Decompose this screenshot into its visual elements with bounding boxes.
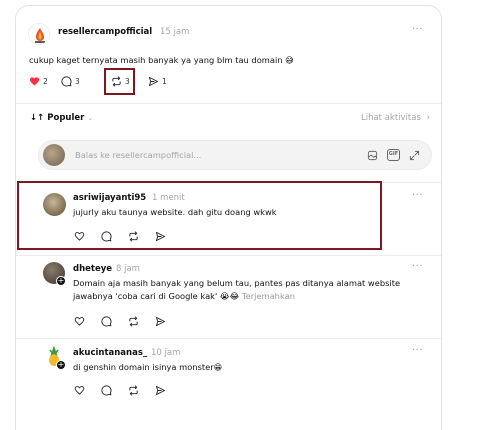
comment-icon — [61, 76, 72, 87]
comment-button[interactable] — [101, 316, 112, 327]
comment-button[interactable] — [101, 231, 112, 242]
reply-placeholder: Balas ke resellercampofficial... — [75, 150, 202, 160]
gif-icon[interactable]: GIF — [387, 149, 400, 161]
repost-icon — [129, 231, 138, 242]
send-icon — [155, 231, 166, 242]
share-button[interactable] — [155, 316, 166, 327]
reply-username[interactable]: dheteye — [73, 264, 112, 274]
sort-icon: ↓↑ — [30, 113, 45, 123]
send-icon — [155, 385, 166, 396]
reply-more-icon[interactable]: ··· — [412, 261, 423, 272]
translate-link[interactable]: Terjemahkan — [242, 291, 295, 301]
divider — [16, 255, 441, 256]
view-activity-label: Lihat aktivitas — [360, 113, 421, 123]
like-button[interactable]: 2 — [29, 76, 48, 86]
repost-icon — [129, 316, 138, 327]
send-icon — [155, 316, 166, 327]
reply-text: jujurly aku taunya website. dah gitu doa… — [73, 207, 277, 217]
repost-button[interactable] — [128, 231, 139, 242]
sort-dropdown[interactable]: ↓↑ Populer ⌄ — [30, 113, 93, 123]
comment-button[interactable]: 3 — [61, 76, 80, 87]
divider — [16, 103, 441, 104]
send-icon — [148, 76, 159, 87]
post-time: 15 jam — [160, 27, 190, 37]
like-count: 2 — [43, 76, 48, 86]
like-button[interactable] — [74, 385, 85, 395]
comment-icon — [101, 385, 112, 396]
comment-icon — [101, 316, 112, 327]
comment-count: 3 — [75, 77, 80, 86]
reply-text: di genshin domain isinya monster😁 — [73, 362, 223, 372]
divider — [16, 338, 441, 339]
reply-more-icon[interactable]: ··· — [412, 345, 423, 356]
repost-icon — [129, 385, 138, 396]
current-user-avatar — [43, 144, 65, 166]
post-more-icon[interactable]: ··· — [412, 24, 423, 35]
like-button[interactable] — [74, 231, 85, 241]
expand-icon[interactable] — [409, 150, 420, 161]
chevron-down-icon: ⌄ — [87, 114, 94, 122]
reply-more-icon[interactable]: ··· — [412, 190, 423, 201]
chevron-right-icon: › — [426, 113, 430, 123]
reply-avatar[interactable] — [43, 193, 66, 216]
reply-text-line2: jawabnya 'coba cari di Google kak' 😭😂 Te… — [73, 290, 295, 303]
repost-button[interactable] — [128, 385, 139, 396]
image-icon[interactable] — [367, 150, 378, 161]
reply-time: 8 jam — [116, 264, 140, 274]
post-avatar[interactable] — [28, 23, 50, 45]
reply-input[interactable]: Balas ke resellercampofficial... GIF — [38, 140, 432, 170]
reply-text-line1: Domain aja masih banyak yang belum tau, … — [73, 278, 401, 288]
comment-icon — [101, 231, 112, 242]
share-button[interactable]: 1 — [148, 76, 167, 87]
follow-plus-icon[interactable]: + — [56, 360, 66, 370]
heart-filled-icon — [29, 77, 40, 86]
share-button[interactable] — [155, 385, 166, 396]
like-button[interactable] — [74, 316, 85, 326]
sort-label: Populer — [47, 113, 85, 123]
post-username[interactable]: resellercampofficial — [58, 27, 152, 37]
share-button[interactable] — [155, 231, 166, 242]
reply-username[interactable]: akucintananas_ — [73, 348, 147, 358]
share-count: 1 — [162, 77, 167, 86]
heart-icon — [74, 232, 85, 241]
reply-time: 1 menit — [152, 193, 185, 203]
reply-text-line2-content: jawabnya 'coba cari di Google kak' 😭😂 — [73, 291, 240, 301]
reply-time: 10 jam — [151, 348, 181, 358]
follow-plus-icon[interactable]: + — [56, 276, 66, 286]
heart-icon — [74, 386, 85, 395]
view-activity-link[interactable]: Lihat aktivitas › — [361, 113, 430, 123]
repost-button[interactable] — [128, 316, 139, 327]
comment-button[interactable] — [101, 385, 112, 396]
post-text: cukup kaget ternyata masih banyak ya yan… — [29, 55, 294, 65]
heart-icon — [74, 317, 85, 326]
reply-username[interactable]: asriwijayanti95 — [73, 193, 146, 203]
repost-highlight-box — [104, 68, 135, 95]
